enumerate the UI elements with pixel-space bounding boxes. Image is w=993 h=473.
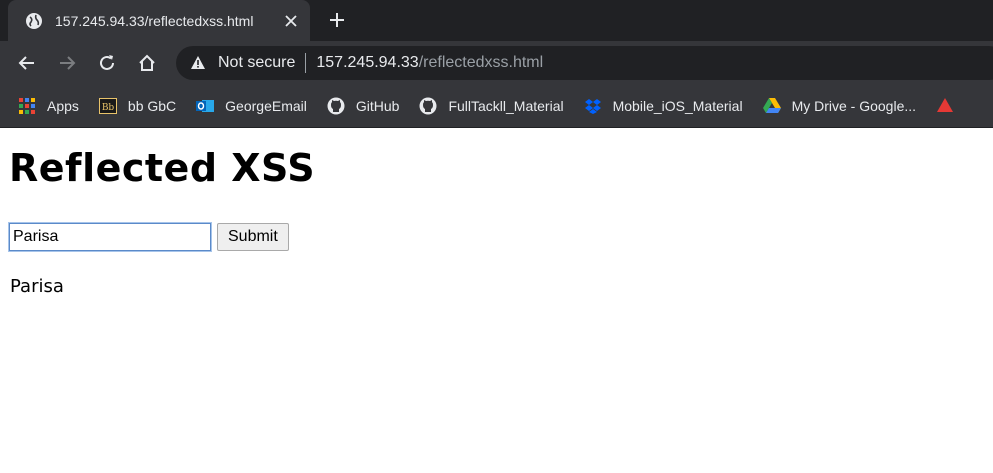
forward-arrow-icon[interactable] [56, 52, 78, 74]
tab-title: 157.245.94.33/reflectedxss.html [55, 12, 254, 29]
apps-grid-icon [18, 97, 36, 115]
github-icon [327, 97, 345, 115]
browser-chrome: 157.245.94.33/reflectedxss.html Not secu… [0, 0, 993, 128]
bookmark-github[interactable]: GitHub [327, 97, 400, 115]
github-icon [419, 97, 437, 115]
url-host[interactable]: 157.245.94.33 [316, 54, 418, 72]
google-drive-icon [762, 97, 781, 115]
name-input[interactable] [8, 222, 212, 252]
back-arrow-icon[interactable] [16, 52, 38, 74]
svg-text:Bb: Bb [102, 103, 115, 113]
bookmark-fulltackll-material[interactable]: FullTackll_Material [419, 97, 564, 115]
bookmark-label: GeorgeEmail [225, 98, 307, 114]
bookmark-label: GitHub [355, 98, 400, 114]
warning-triangle-icon[interactable] [190, 55, 206, 71]
bookmark-label: Mobile_iOS_Material [612, 98, 743, 114]
reload-icon[interactable] [96, 52, 118, 74]
toolbar: Not secure 157.245.94.33 /reflectedxss.h… [0, 41, 993, 85]
tab-strip: 157.245.94.33/reflectedxss.html [0, 0, 993, 41]
xss-form: Submit [8, 222, 289, 252]
globe-icon [25, 12, 43, 30]
bookmarks-bar: Apps Bb bb GbC GeorgeEmail GitHub FullTa… [0, 85, 993, 128]
bookmark-label: FullTackll_Material [448, 98, 564, 114]
bookmark-partial[interactable] [936, 97, 965, 115]
home-icon[interactable] [136, 52, 158, 74]
bookmark-mobile-ios-material[interactable]: Mobile_iOS_Material [584, 97, 743, 115]
submit-button[interactable]: Submit [217, 223, 289, 251]
active-tab[interactable]: 157.245.94.33/reflectedxss.html [8, 0, 310, 41]
bookmark-label: Apps [47, 98, 79, 114]
outlook-icon [196, 97, 215, 115]
page-title: Reflected XSS [9, 146, 316, 190]
divider [305, 53, 307, 73]
bookmark-label: My Drive - Google... [791, 98, 917, 114]
bookmark-partial-icon [936, 97, 954, 115]
bookmark-my-drive[interactable]: My Drive - Google... [762, 97, 917, 115]
address-bar[interactable]: Not secure 157.245.94.33 /reflectedxss.h… [176, 46, 993, 80]
security-status[interactable]: Not secure [218, 54, 295, 72]
bookmark-georgeemail[interactable]: GeorgeEmail [196, 97, 307, 115]
close-tab-icon[interactable] [282, 12, 300, 30]
dropbox-icon [584, 97, 602, 115]
bookmark-apps[interactable]: Apps [18, 97, 79, 115]
blackboard-icon: Bb [98, 97, 117, 115]
reflected-output: Parisa [10, 276, 64, 297]
url-path[interactable]: /reflectedxss.html [419, 54, 543, 72]
bookmark-bb-gbc[interactable]: Bb bb GbC [98, 97, 177, 115]
bookmark-label: bb GbC [127, 98, 177, 114]
new-tab-icon[interactable] [327, 10, 347, 30]
